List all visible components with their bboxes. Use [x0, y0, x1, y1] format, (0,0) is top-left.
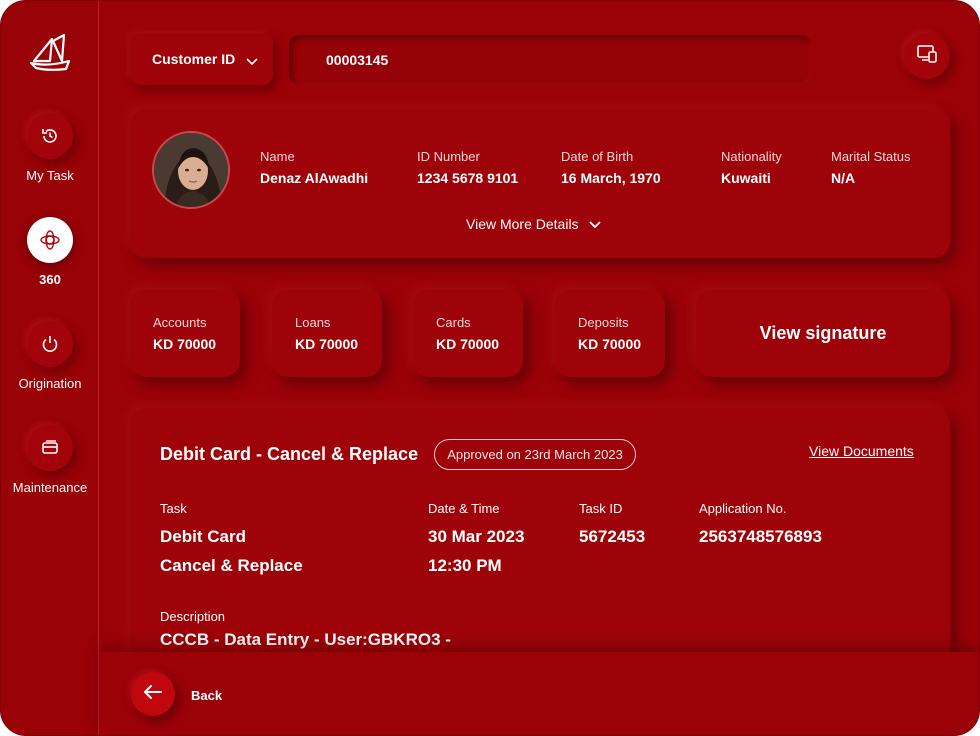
field-label: Date of Birth: [561, 149, 634, 164]
field-label: Name: [260, 149, 295, 164]
360-view-icon: [27, 217, 73, 263]
profile-field-dob: Date of Birth 16 March, 1970: [561, 149, 661, 186]
field-value-line: 2563748576893: [699, 527, 822, 546]
stat-label: Deposits: [578, 315, 629, 330]
profile-field-name: Name Denaz AlAwadhi: [260, 149, 368, 186]
view-documents-link[interactable]: View Documents: [809, 443, 914, 459]
field-label: Task: [160, 501, 187, 516]
customer-profile-card: Name Denaz AlAwadhi ID Number 1234 5678 …: [130, 109, 950, 258]
sidebar-item-360[interactable]: 360: [1, 217, 99, 287]
chevron-down-icon: [588, 216, 601, 232]
sidebar-item-label: 360: [39, 272, 61, 287]
view-signature-label: View signature: [759, 322, 887, 343]
customer-id-value: 00003145: [326, 52, 389, 68]
bank-logo-icon: [28, 31, 72, 73]
field-value: Kuwaiti: [721, 170, 771, 186]
back-button[interactable]: [131, 672, 175, 716]
view-signature-button[interactable]: View signature: [696, 289, 950, 377]
device-switch-button[interactable]: [904, 33, 950, 79]
stat-label: Cards: [436, 315, 471, 330]
profile-field-nationality: Nationality Kuwaiti: [721, 149, 782, 186]
sidebar-item-maintenance[interactable]: Maintenance: [1, 425, 99, 495]
field-value-line: Cancel & Replace: [160, 556, 303, 575]
status-badge: Approved on 23rd March 2023: [434, 439, 636, 470]
field-value-line: Debit Card: [160, 527, 246, 546]
field-value: CCCB - Data Entry - User:GBKRO3 -: [160, 630, 451, 649]
field-value: 5672453: [579, 522, 645, 551]
field-label: ID Number: [417, 149, 480, 164]
field-value: 2563748576893: [699, 522, 822, 551]
field-value-line: 30 Mar 2023: [428, 527, 525, 546]
back-label[interactable]: Back: [191, 688, 222, 703]
field-value-line: 5672453: [579, 527, 646, 546]
stat-label: Accounts: [153, 315, 207, 330]
stat-value: KD 70000: [153, 336, 217, 352]
avatar: [152, 131, 230, 209]
stat-value: KD 70000: [578, 336, 642, 352]
sidebar-item-label: Maintenance: [12, 480, 88, 495]
field-value: 1234 5678 9101: [417, 170, 519, 186]
power-icon: [27, 321, 73, 367]
field-value: N/A: [831, 170, 856, 186]
history-icon: [27, 113, 73, 159]
customer-id-select[interactable]: Customer ID: [130, 33, 273, 85]
devices-icon: [916, 44, 938, 69]
field-value: Denaz AlAwadhi: [260, 170, 369, 186]
task-field-task-id: Task ID 5672453: [579, 501, 645, 551]
field-value: Debit Card Cancel & Replace: [160, 522, 303, 580]
stat-card-loans[interactable]: Loans KD 70000: [272, 289, 382, 377]
chevron-down-icon: [246, 53, 258, 69]
field-value-line: 12:30 PM: [428, 556, 502, 575]
field-value: 16 March, 1970: [561, 170, 661, 186]
select-label: Customer ID: [152, 51, 236, 67]
footer-bar: Back: [99, 652, 979, 735]
profile-field-id-number: ID Number 1234 5678 9101: [417, 149, 518, 186]
field-label: Nationality: [721, 149, 782, 164]
arrow-left-icon: [144, 684, 162, 704]
sidebar-item-origination[interactable]: Origination: [1, 321, 99, 391]
stat-label: Loans: [295, 315, 331, 330]
view-more-label: View More Details: [466, 216, 579, 232]
card-icon: [27, 425, 73, 471]
task-field-application-no: Application No. 2563748576893: [699, 501, 822, 551]
field-label: Date & Time: [428, 501, 500, 516]
stat-card-cards[interactable]: Cards KD 70000: [413, 289, 523, 377]
field-label: Description: [160, 609, 226, 624]
field-label: Marital Status: [831, 149, 911, 164]
view-more-details-button[interactable]: View More Details: [466, 216, 601, 232]
task-field-task: Task Debit Card Cancel & Replace: [160, 501, 303, 580]
sidebar-item-label: Origination: [18, 376, 82, 391]
field-label: Task ID: [579, 501, 623, 516]
field-value: 30 Mar 2023 12:30 PM: [428, 522, 524, 580]
stat-value: KD 70000: [436, 336, 500, 352]
stat-card-deposits[interactable]: Deposits KD 70000: [555, 289, 665, 377]
sidebar-item-label: My Task: [26, 168, 74, 183]
sidebar-item-my-task[interactable]: My Task: [1, 113, 99, 183]
stat-card-accounts[interactable]: Accounts KD 70000: [130, 289, 240, 377]
task-field-date-time: Date & Time 30 Mar 2023 12:30 PM: [428, 501, 524, 580]
stat-value: KD 70000: [295, 336, 359, 352]
task-title: Debit Card - Cancel & Replace: [160, 444, 419, 464]
app-frame: My Task 360 Origination Maintenance Cust…: [0, 0, 980, 736]
task-description: Description CCCB - Data Entry - User:GBK…: [160, 609, 451, 650]
sidebar: My Task 360 Origination Maintenance: [1, 1, 99, 735]
field-label: Application No.: [699, 501, 787, 516]
customer-id-input[interactable]: 00003145: [289, 35, 811, 85]
profile-field-marital-status: Marital Status N/A: [831, 149, 910, 186]
